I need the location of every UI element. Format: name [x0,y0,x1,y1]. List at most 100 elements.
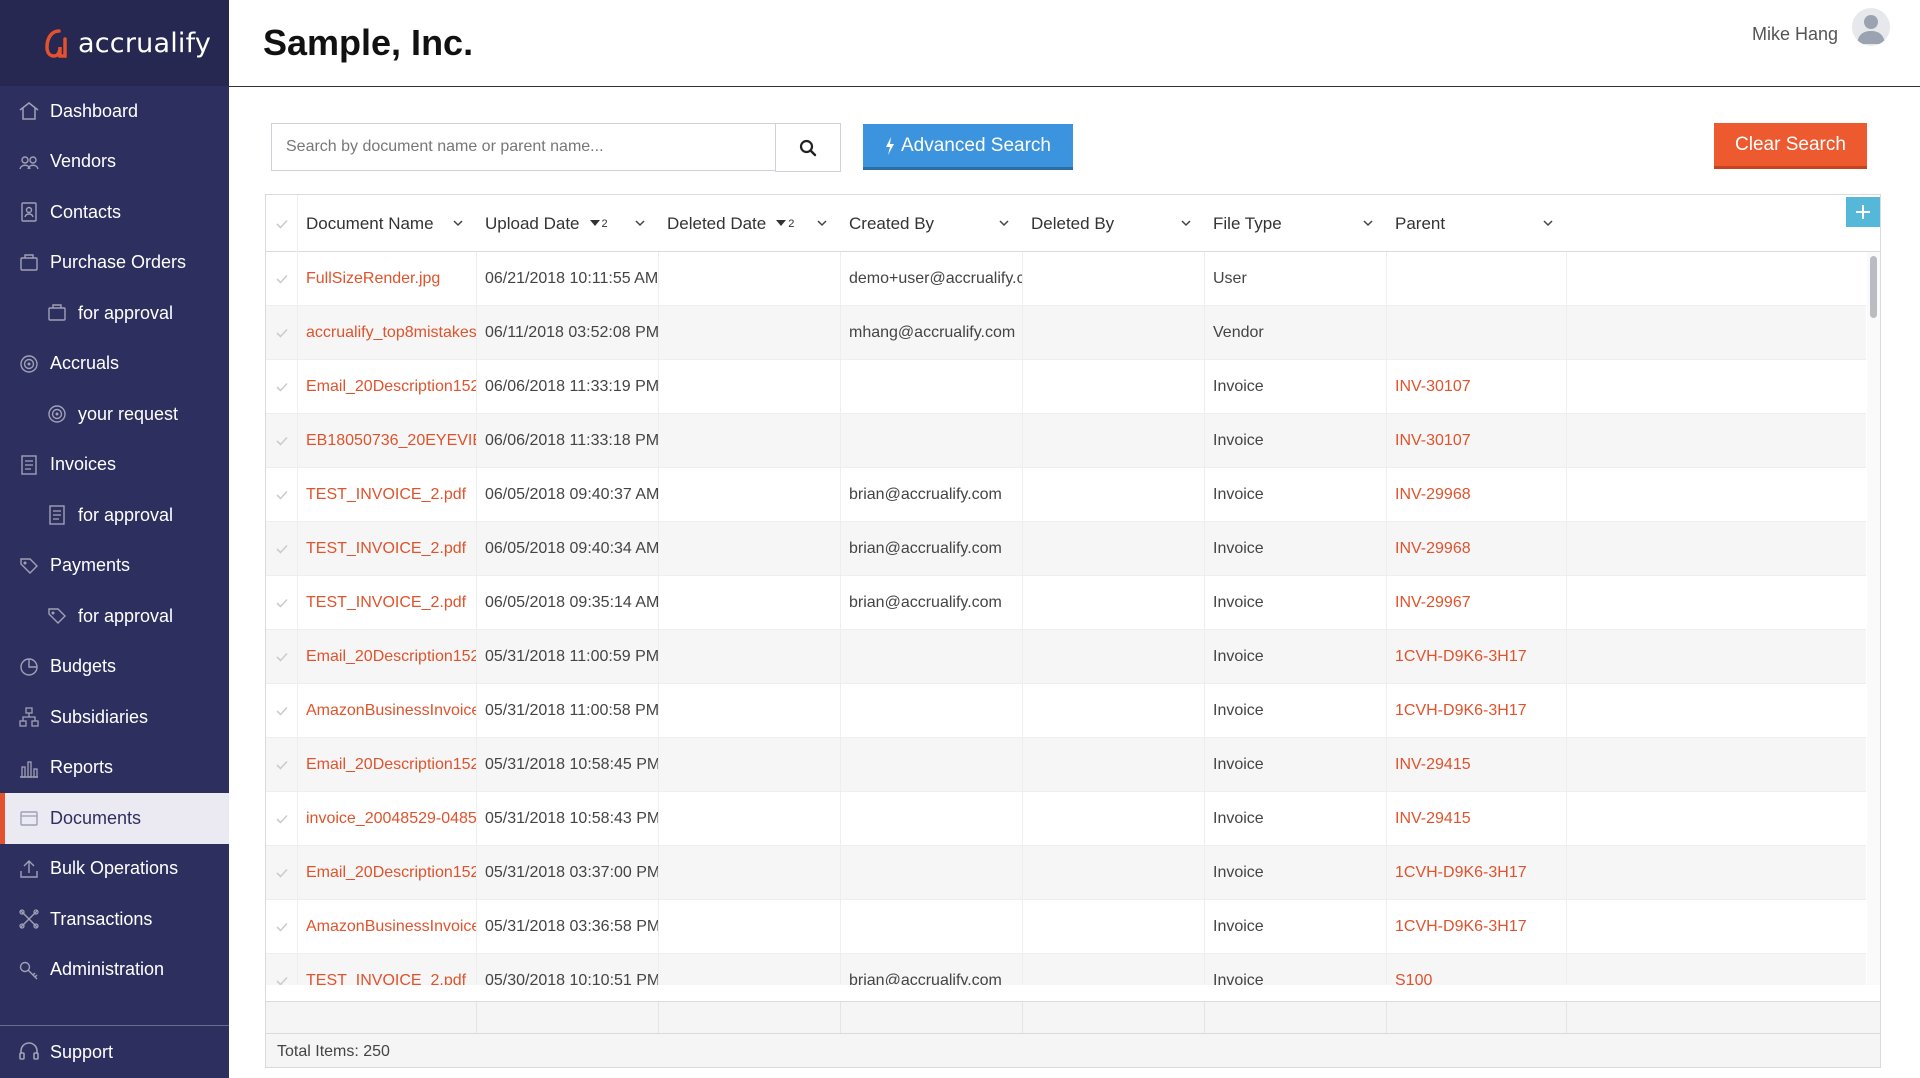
sidebar-item-vendors[interactable]: Vendors [0,137,229,188]
chevron-down-icon[interactable] [453,213,463,227]
cell-parent[interactable]: INV-29968 [1387,522,1567,576]
table-row[interactable]: TEST_INVOICE_2.pdf 05/30/2018 10:10:51 PM… [266,954,1866,985]
table-row[interactable]: FullSizeRender.jpg 06/21/2018 10:11:55 AM… [266,252,1866,306]
cell-parent[interactable]: 1CVH-D9K6-3H17 [1387,630,1567,684]
cell-document-name[interactable]: invoice_20048529-048532_... [298,792,477,846]
sidebar-item-reports[interactable]: Reports [0,743,229,794]
cell-document-name[interactable]: TEST_INVOICE_2.pdf [298,954,477,985]
row-checkbox[interactable] [266,954,298,985]
cell-document-name[interactable]: accrualify_top8mistakes_e... [298,306,477,360]
sidebar-item-administration[interactable]: Administration [0,945,229,996]
cell-parent[interactable]: INV-29968 [1387,468,1567,522]
clear-search-button[interactable]: Clear Search [1714,123,1867,169]
cell-parent[interactable]: S100 [1387,954,1567,985]
cell-document-name[interactable]: TEST_INVOICE_2.pdf [298,468,477,522]
cell-document-name[interactable]: Email_20Description152780... [298,846,477,900]
column-header-file-type[interactable]: File Type [1205,195,1387,252]
column-header-document-name[interactable]: Document Name [298,195,477,252]
table-row[interactable]: invoice_20048529-048532_...05/31/2018 10… [266,792,1866,846]
sidebar-item-for-approval-sub[interactable]: for approval [0,490,229,541]
column-header-upload-date[interactable]: Upload Date 2 [477,195,659,252]
table-row[interactable]: Email_20Description152783...05/31/2018 1… [266,630,1866,684]
sidebar-item-bulk-operations[interactable]: Bulk Operations [0,844,229,895]
cell-created-by: brian@accrualify.com [841,954,1023,985]
table-row[interactable]: AmazonBusinessInvoice_2...05/31/2018 03:… [266,900,1866,954]
sidebar-item-documents[interactable]: Documents [0,793,229,844]
user-name[interactable]: Mike Hang [1752,24,1838,45]
cell-document-name[interactable]: Email_20Description152783... [298,630,477,684]
chevron-down-icon[interactable] [999,213,1009,227]
chevron-down-icon[interactable] [1181,213,1191,227]
sidebar-item-accruals[interactable]: Accruals [0,339,229,390]
cell-document-name[interactable]: TEST_INVOICE_2.pdf [298,522,477,576]
chevron-down-icon[interactable] [635,213,645,227]
search-button[interactable] [775,123,841,172]
cell-parent[interactable]: 1CVH-D9K6-3H17 [1387,900,1567,954]
select-all-checkbox[interactable] [266,195,298,252]
cell-parent[interactable]: INV-30107 [1387,414,1567,468]
cell-parent[interactable]: INV-29415 [1387,738,1567,792]
table-row[interactable]: EB18050736_20EYEVIEW_20...06/06/2018 11:… [266,414,1866,468]
sidebar-item-transactions[interactable]: Transactions [0,894,229,945]
avatar[interactable] [1852,8,1890,46]
row-checkbox[interactable] [266,360,298,414]
sidebar-item-your-request-sub[interactable]: your request [0,389,229,440]
cell-parent[interactable]: 1CVH-D9K6-3H17 [1387,684,1567,738]
row-checkbox[interactable] [266,414,298,468]
table-row[interactable]: Email_20Description152834...06/06/2018 1… [266,360,1866,414]
table-row[interactable]: TEST_INVOICE_2.pdf 06/05/2018 09:35:14 AM… [266,576,1866,630]
cell-document-name[interactable]: AmazonBusinessInvoice_2... [298,684,477,738]
table-row[interactable]: accrualify_top8mistakes_e...06/11/2018 0… [266,306,1866,360]
table-row[interactable]: TEST_INVOICE_2.pdf 06/05/2018 09:40:34 AM… [266,522,1866,576]
row-checkbox[interactable] [266,306,298,360]
cell-document-name[interactable]: EB18050736_20EYEVIEW_20... [298,414,477,468]
cell-document-name[interactable]: FullSizeRender.jpg [298,252,477,306]
brand-logo[interactable]: accrualify [0,0,229,86]
row-checkbox[interactable] [266,630,298,684]
sidebar-item-contacts[interactable]: Contacts [0,187,229,238]
sidebar-item-support[interactable]: Support [0,1025,229,1078]
column-header-deleted-by[interactable]: Deleted By [1023,195,1205,252]
row-checkbox[interactable] [266,576,298,630]
row-checkbox[interactable] [266,522,298,576]
table-row[interactable]: AmazonBusinessInvoice_2...05/31/2018 11:… [266,684,1866,738]
scrollbar-thumb[interactable] [1870,256,1877,318]
sidebar-item-for-approval-sub[interactable]: for approval [0,591,229,642]
table-row[interactable]: Email_20Description152780...05/31/2018 0… [266,846,1866,900]
row-checkbox[interactable] [266,252,298,306]
sidebar-item-purchase-orders[interactable]: Purchase Orders [0,238,229,289]
column-header-created-by[interactable]: Created By [841,195,1023,252]
cell-document-name[interactable]: Email_20Description152783... [298,738,477,792]
sidebar-item-budgets[interactable]: Budgets [0,642,229,693]
table-row[interactable]: TEST_INVOICE_2.pdf 06/05/2018 09:40:37 AM… [266,468,1866,522]
column-header-deleted-date[interactable]: Deleted Date 2 [659,195,841,252]
row-checkbox[interactable] [266,900,298,954]
grid-scrollbar[interactable] [1867,252,1880,985]
chevron-down-icon[interactable] [1363,213,1373,227]
cell-document-name[interactable]: Email_20Description152834... [298,360,477,414]
chevron-down-icon[interactable] [817,213,827,227]
cell-parent[interactable]: INV-29967 [1387,576,1567,630]
sidebar-item-subsidiaries[interactable]: Subsidiaries [0,692,229,743]
row-checkbox[interactable] [266,792,298,846]
sidebar-item-dashboard[interactable]: Dashboard [0,86,229,137]
row-checkbox[interactable] [266,738,298,792]
cell-parent[interactable]: INV-29415 [1387,792,1567,846]
row-checkbox[interactable] [266,846,298,900]
search-input[interactable] [271,123,776,171]
row-checkbox[interactable] [266,468,298,522]
sidebar-item-for-approval-sub[interactable]: for approval [0,288,229,339]
sidebar-item-invoices[interactable]: Invoices [0,440,229,491]
chevron-down-icon[interactable] [1543,213,1553,227]
row-checkbox[interactable] [266,684,298,738]
advanced-search-button[interactable]: Advanced Search [863,124,1073,170]
column-header-parent[interactable]: Parent [1387,195,1567,252]
sidebar-item-payments[interactable]: Payments [0,541,229,592]
sort-priority: 2 [788,217,795,230]
table-row[interactable]: Email_20Description152783...05/31/2018 1… [266,738,1866,792]
cell-document-name[interactable]: TEST_INVOICE_2.pdf [298,576,477,630]
cell-parent[interactable]: 1CVH-D9K6-3H17 [1387,846,1567,900]
add-column-button[interactable] [1846,197,1880,227]
cell-document-name[interactable]: AmazonBusinessInvoice_2... [298,900,477,954]
cell-parent[interactable]: INV-30107 [1387,360,1567,414]
